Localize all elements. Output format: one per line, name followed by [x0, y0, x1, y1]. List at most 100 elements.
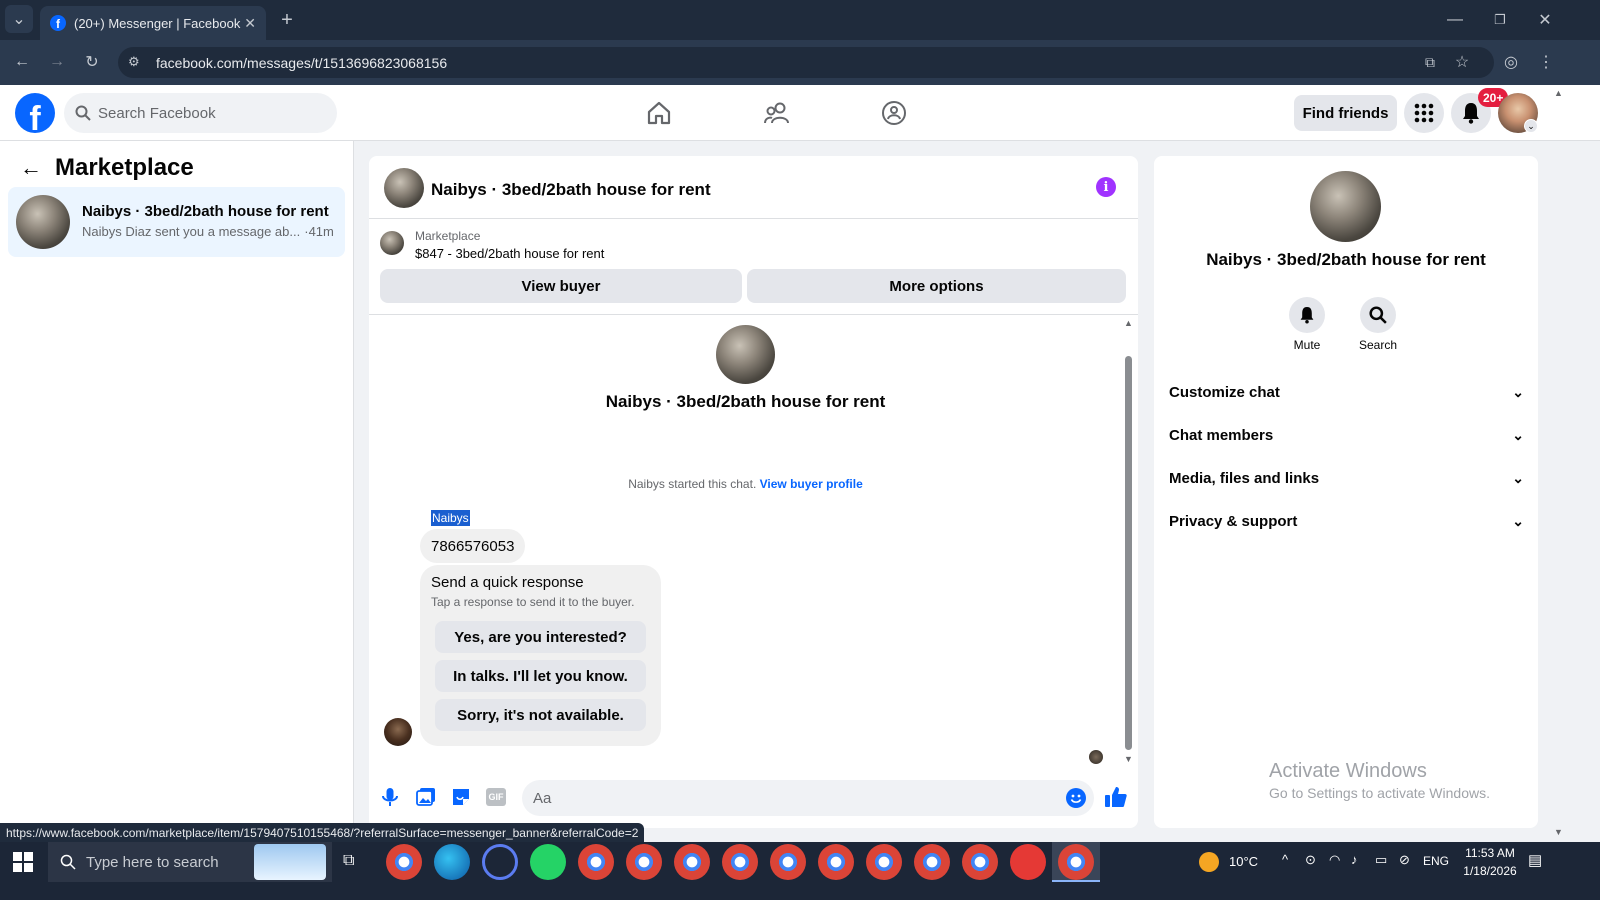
- customize-chat-section[interactable]: Customize chat ⌄: [1169, 372, 1524, 412]
- scroll-up-icon[interactable]: ▲: [1124, 318, 1133, 328]
- volume-icon[interactable]: ♪: [1351, 852, 1358, 867]
- home-icon[interactable]: [639, 93, 679, 133]
- facebook-logo-icon[interactable]: f: [15, 93, 55, 133]
- chrome-profile-icon[interactable]: [626, 844, 662, 880]
- panel-title: Marketplace: [55, 154, 194, 181]
- minimize-button[interactable]: —: [1440, 5, 1470, 35]
- tab-list-button[interactable]: ⌄: [5, 5, 33, 33]
- browser-tab[interactable]: f (20+) Messenger | Facebook ✕: [40, 6, 266, 40]
- facebook-favicon-icon: f: [50, 15, 66, 31]
- whatsapp-icon[interactable]: [530, 844, 566, 880]
- conversation-item[interactable]: Naibys · 3bed/2bath house for rent Naiby…: [8, 187, 345, 257]
- account-chevron-icon[interactable]: ⌄: [1524, 119, 1538, 133]
- quick-response-option[interactable]: Yes, are you interested?: [435, 621, 646, 653]
- speedtest-app-icon[interactable]: [1010, 844, 1046, 880]
- weather-temp[interactable]: 10°C: [1229, 854, 1258, 869]
- search-label[interactable]: Search: [1353, 338, 1403, 352]
- quick-response-option[interactable]: In talks. I'll let you know.: [435, 660, 646, 692]
- mute-label[interactable]: Mute: [1282, 338, 1332, 352]
- chrome-profile-icon[interactable]: [578, 844, 614, 880]
- chevron-down-icon: ⌄: [1512, 383, 1524, 400]
- profile-icon[interactable]: ◎: [1496, 47, 1526, 77]
- sticker-icon[interactable]: [451, 787, 471, 812]
- windows-start-icon[interactable]: [13, 852, 33, 877]
- active-app-highlight[interactable]: [1052, 842, 1100, 882]
- view-buyer-profile-link[interactable]: View buyer profile: [760, 477, 863, 491]
- search-placeholder: Search Facebook: [98, 104, 216, 122]
- restore-button[interactable]: ❐: [1485, 5, 1515, 35]
- message-input[interactable]: Aa: [522, 780, 1094, 816]
- chat-header-avatar[interactable]: [384, 168, 424, 208]
- quick-response-title: Send a quick response: [431, 574, 584, 591]
- taskbar-search-box[interactable]: Type here to search: [48, 842, 332, 882]
- thumbs-up-icon[interactable]: [1104, 785, 1128, 814]
- privacy-support-section[interactable]: Privacy & support ⌄: [1169, 501, 1524, 541]
- weather-sun-icon[interactable]: [1199, 852, 1219, 872]
- chrome-menu-icon[interactable]: ⋮: [1531, 47, 1561, 77]
- chevron-down-icon: ⌄: [1512, 426, 1524, 443]
- chat-title[interactable]: Naibys · 3bed/2bath house for rent: [431, 180, 711, 200]
- edge-app-icon[interactable]: [434, 844, 470, 880]
- chrome-profile-icon[interactable]: [866, 844, 902, 880]
- chrome-profile-icon[interactable]: [962, 844, 998, 880]
- menu-grid-icon[interactable]: [1404, 93, 1444, 133]
- photo-icon[interactable]: [416, 787, 436, 812]
- facebook-search-input[interactable]: Search Facebook: [64, 93, 337, 133]
- buyer-avatar[interactable]: [384, 718, 412, 746]
- notification-center-icon[interactable]: ▤: [1528, 851, 1542, 869]
- app-icon[interactable]: [482, 844, 518, 880]
- mute-bell-icon[interactable]: [1289, 297, 1325, 333]
- details-avatar[interactable]: [1310, 171, 1381, 242]
- conversation-avatar: [16, 195, 70, 249]
- close-window-button[interactable]: ✕: [1530, 5, 1560, 35]
- url-field[interactable]: ⚙ facebook.com/messages/t/15136968230681…: [118, 47, 1494, 78]
- tray-chevron-icon[interactable]: ^: [1282, 852, 1288, 867]
- forward-icon[interactable]: →: [42, 47, 72, 77]
- battery-icon[interactable]: ▭: [1375, 852, 1387, 868]
- bookmark-star-icon[interactable]: ☆: [1447, 47, 1477, 77]
- chrome-profile-icon[interactable]: [770, 844, 806, 880]
- network-icon[interactable]: ⊘: [1399, 852, 1410, 868]
- friends-icon[interactable]: [757, 93, 797, 133]
- chrome-profile-icon[interactable]: [818, 844, 854, 880]
- groups-icon[interactable]: [874, 93, 914, 133]
- back-arrow-icon[interactable]: ←: [20, 155, 42, 181]
- marketplace-item-title[interactable]: $847 - 3bed/2bath house for rent: [415, 246, 604, 261]
- conversation-time: ·41m: [304, 224, 334, 239]
- microphone-icon[interactable]: [380, 786, 400, 813]
- view-buyer-button[interactable]: View buyer: [380, 269, 742, 303]
- info-icon[interactable]: i: [1096, 177, 1116, 197]
- wifi-icon[interactable]: ◠: [1329, 852, 1340, 868]
- chat-members-section[interactable]: Chat members ⌄: [1169, 415, 1524, 455]
- media-files-links-section[interactable]: Media, files and links ⌄: [1169, 458, 1524, 498]
- chrome-profile-icon[interactable]: [914, 844, 950, 880]
- chat-profile-avatar[interactable]: [716, 325, 775, 384]
- task-view-icon[interactable]: ⧉: [343, 852, 354, 870]
- divider: [369, 314, 1138, 315]
- scroll-down-icon[interactable]: ▼: [1124, 754, 1133, 764]
- back-icon[interactable]: ←: [7, 47, 37, 77]
- chrome-profile-icon[interactable]: [722, 844, 758, 880]
- gif-icon[interactable]: GIF: [486, 788, 506, 806]
- page-scroll-up-icon[interactable]: ▲: [1554, 88, 1563, 98]
- language-indicator[interactable]: ENG: [1423, 854, 1449, 868]
- close-tab-icon[interactable]: ✕: [244, 15, 256, 32]
- clock-date[interactable]: 1/18/2026: [1455, 864, 1525, 878]
- message-bubble[interactable]: 7866576053: [420, 529, 526, 563]
- find-friends-button[interactable]: Find friends: [1294, 95, 1397, 131]
- meet-icon[interactable]: ⊙: [1305, 852, 1316, 868]
- quick-response-option[interactable]: Sorry, it's not available.: [435, 699, 646, 731]
- reload-icon[interactable]: ↻: [77, 47, 107, 77]
- scrollbar-thumb[interactable]: [1125, 356, 1132, 750]
- chrome-app-icon[interactable]: [386, 844, 422, 880]
- emoji-icon[interactable]: [1066, 788, 1086, 808]
- chevron-down-icon: ⌄: [1512, 512, 1524, 529]
- search-chat-icon[interactable]: [1360, 297, 1396, 333]
- install-app-icon[interactable]: ⧉: [1415, 47, 1445, 77]
- site-info-icon[interactable]: ⚙: [128, 54, 140, 70]
- more-options-button[interactable]: More options: [747, 269, 1126, 303]
- clock-time[interactable]: 11:53 AM: [1455, 846, 1525, 860]
- new-tab-button[interactable]: +: [272, 5, 302, 35]
- chrome-profile-icon[interactable]: [674, 844, 710, 880]
- page-scroll-down-icon[interactable]: ▼: [1554, 827, 1563, 837]
